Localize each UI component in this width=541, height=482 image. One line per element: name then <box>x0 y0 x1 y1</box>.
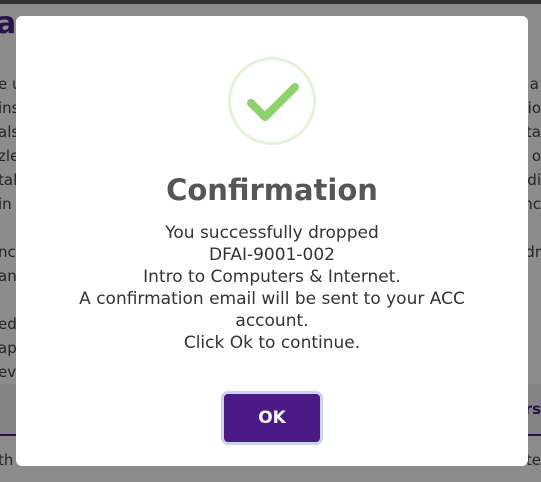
dialog-message-line: You successfully dropped <box>165 223 379 243</box>
dialog-message-line: A confirmation email will be sent to you… <box>79 289 465 309</box>
dialog-message-line: account. <box>235 311 309 331</box>
success-check-icon <box>228 57 316 145</box>
dialog-course-code: DFAI-9001-002 <box>209 245 335 265</box>
dialog-title: Confirmation <box>166 173 378 207</box>
dialog-course-title: Intro to Computers & Internet. <box>143 267 401 287</box>
check-icon <box>247 83 299 121</box>
confirmation-dialog: Confirmation You successfully dropped DF… <box>16 16 528 466</box>
dialog-message-line: Click Ok to continue. <box>183 333 361 353</box>
ok-button[interactable]: OK <box>224 394 320 442</box>
